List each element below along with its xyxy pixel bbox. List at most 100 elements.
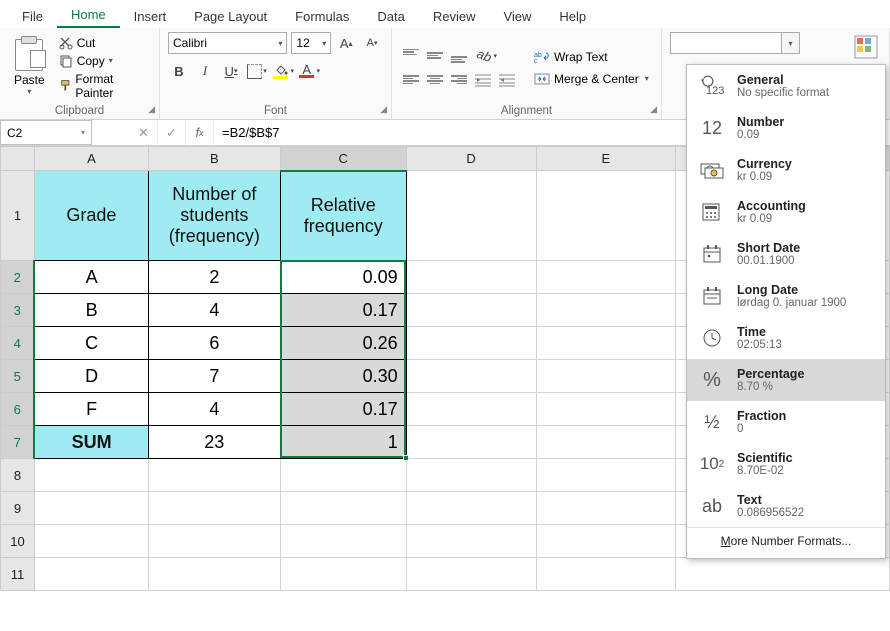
border-button[interactable]: ▾	[246, 60, 268, 82]
align-center-icon	[427, 73, 443, 87]
row-header-11[interactable]: 11	[1, 558, 35, 591]
cell-a2[interactable]: A	[34, 261, 148, 294]
cell-d1[interactable]	[406, 171, 536, 261]
row-header-4[interactable]: 4	[1, 327, 35, 360]
cell-a6[interactable]: F	[34, 393, 148, 426]
decrease-font-button[interactable]: A▾	[361, 32, 383, 54]
underline-button[interactable]: U ▾	[220, 60, 242, 82]
format-short-date[interactable]: Short Date00.01.1900	[687, 233, 885, 275]
row-header-5[interactable]: 5	[1, 360, 35, 393]
fill-handle[interactable]	[403, 455, 409, 461]
align-center-button[interactable]	[424, 69, 446, 91]
row-header-1[interactable]: 1	[1, 171, 35, 261]
decrease-indent-button[interactable]	[472, 69, 494, 91]
col-header-b[interactable]: B	[148, 147, 280, 171]
paste-button[interactable]: Paste ▾	[8, 37, 51, 98]
format-number[interactable]: 12 Number0.09	[687, 107, 885, 149]
font-name-combo[interactable]: Calibri ▾	[168, 32, 287, 54]
bold-button[interactable]: B	[168, 60, 190, 82]
menu-data[interactable]: Data	[363, 5, 418, 28]
row-header-7[interactable]: 7	[1, 426, 35, 459]
cell-c6[interactable]: 0.17	[280, 393, 406, 426]
cell-a7[interactable]: SUM	[34, 426, 148, 459]
format-painter-button[interactable]: Format Painter	[55, 71, 151, 101]
cell-b7[interactable]: 23	[148, 426, 280, 459]
insert-function-button[interactable]: fx	[186, 120, 214, 145]
menu-help[interactable]: Help	[545, 5, 600, 28]
cut-button[interactable]: Cut	[55, 35, 151, 51]
number-format-combo[interactable]: ▾	[670, 32, 800, 54]
cell-c4[interactable]: 0.26	[280, 327, 406, 360]
alignment-dialog-launcher[interactable]: ◢	[650, 104, 657, 115]
cell-c3[interactable]: 0.17	[280, 294, 406, 327]
align-bottom-button[interactable]	[448, 45, 470, 67]
align-middle-button[interactable]	[424, 45, 446, 67]
cell-a4[interactable]: C	[34, 327, 148, 360]
col-header-d[interactable]: D	[406, 147, 536, 171]
cell-b2[interactable]: 2	[148, 261, 280, 294]
format-general[interactable]: 123 GeneralNo specific format	[687, 65, 885, 107]
format-fraction[interactable]: ½ Fraction0	[687, 401, 885, 443]
fill-color-button[interactable]: ▾	[272, 60, 294, 82]
col-header-a[interactable]: A	[34, 147, 148, 171]
cancel-formula-button[interactable]: ✕	[130, 120, 158, 145]
cell-b3[interactable]: 4	[148, 294, 280, 327]
increase-font-button[interactable]: A▴	[335, 32, 357, 54]
format-accounting[interactable]: Accounting kr 0.09	[687, 191, 885, 233]
format-scientific[interactable]: 102 Scientific8.70E-02	[687, 443, 885, 485]
cell-e2[interactable]	[536, 261, 676, 294]
row-header-9[interactable]: 9	[1, 492, 35, 525]
cell-a5[interactable]: D	[34, 360, 148, 393]
cell-b6[interactable]: 4	[148, 393, 280, 426]
format-text[interactable]: ab Text0.086956522	[687, 485, 885, 527]
cell-c7[interactable]: 1	[280, 426, 406, 459]
cell-c2[interactable]: 0.09	[280, 261, 406, 294]
copy-button[interactable]: Copy ▾	[55, 53, 151, 69]
row-header-3[interactable]: 3	[1, 294, 35, 327]
orientation-button[interactable]: ab▾	[472, 45, 502, 67]
select-all-cell[interactable]	[1, 147, 35, 171]
format-currency[interactable]: Currencykr 0.09	[687, 149, 885, 191]
cell-a3[interactable]: B	[34, 294, 148, 327]
cell-a1[interactable]: Grade	[34, 171, 148, 261]
align-top-button[interactable]	[400, 45, 422, 67]
format-percentage[interactable]: % Percentage8.70 %	[687, 359, 885, 401]
italic-button[interactable]: I	[194, 60, 216, 82]
align-right-button[interactable]	[448, 69, 470, 91]
row-header-8[interactable]: 8	[1, 459, 35, 492]
cell-c1[interactable]: Relative frequency	[280, 171, 406, 261]
name-box[interactable]: C2 ▾	[0, 120, 92, 145]
cell-b4[interactable]: 6	[148, 327, 280, 360]
cell-e1[interactable]	[536, 171, 676, 261]
more-number-formats[interactable]: More Number Formats...	[687, 527, 885, 554]
font-dialog-launcher[interactable]: ◢	[380, 104, 387, 115]
cell-c5[interactable]: 0.30	[280, 360, 406, 393]
cell-d2[interactable]	[406, 261, 536, 294]
menu-formulas[interactable]: Formulas	[281, 5, 363, 28]
clipboard-dialog-launcher[interactable]: ◢	[148, 104, 155, 115]
font-color-button[interactable]: A ▾	[298, 60, 320, 82]
enter-formula-button[interactable]: ✓	[158, 120, 186, 145]
chevron-down-icon[interactable]: ▾	[781, 33, 799, 53]
format-long-date[interactable]: Long Datelørdag 0. januar 1900	[687, 275, 885, 317]
font-size-combo[interactable]: 12 ▾	[291, 32, 331, 54]
menu-page-layout[interactable]: Page Layout	[180, 5, 281, 28]
menu-file[interactable]: File	[8, 5, 57, 28]
col-header-e[interactable]: E	[536, 147, 676, 171]
row-header-6[interactable]: 6	[1, 393, 35, 426]
menu-view[interactable]: View	[489, 5, 545, 28]
row-header-10[interactable]: 10	[1, 525, 35, 558]
merge-center-button[interactable]: Merge & Center ▾	[530, 70, 653, 88]
cell-b1[interactable]: Number of students (frequency)	[148, 171, 280, 261]
menu-review[interactable]: Review	[419, 5, 490, 28]
menu-home[interactable]: Home	[57, 3, 120, 28]
col-header-c[interactable]: C	[280, 147, 406, 171]
wrap-text-button[interactable]: abc Wrap Text	[530, 48, 653, 66]
row-header-2[interactable]: 2	[1, 261, 35, 294]
cell-b5[interactable]: 7	[148, 360, 280, 393]
conditional-formatting-icon[interactable]	[853, 34, 879, 60]
increase-indent-button[interactable]	[496, 69, 518, 91]
align-left-button[interactable]	[400, 69, 422, 91]
menu-insert[interactable]: Insert	[120, 5, 181, 28]
format-time[interactable]: Time02:05:13	[687, 317, 885, 359]
